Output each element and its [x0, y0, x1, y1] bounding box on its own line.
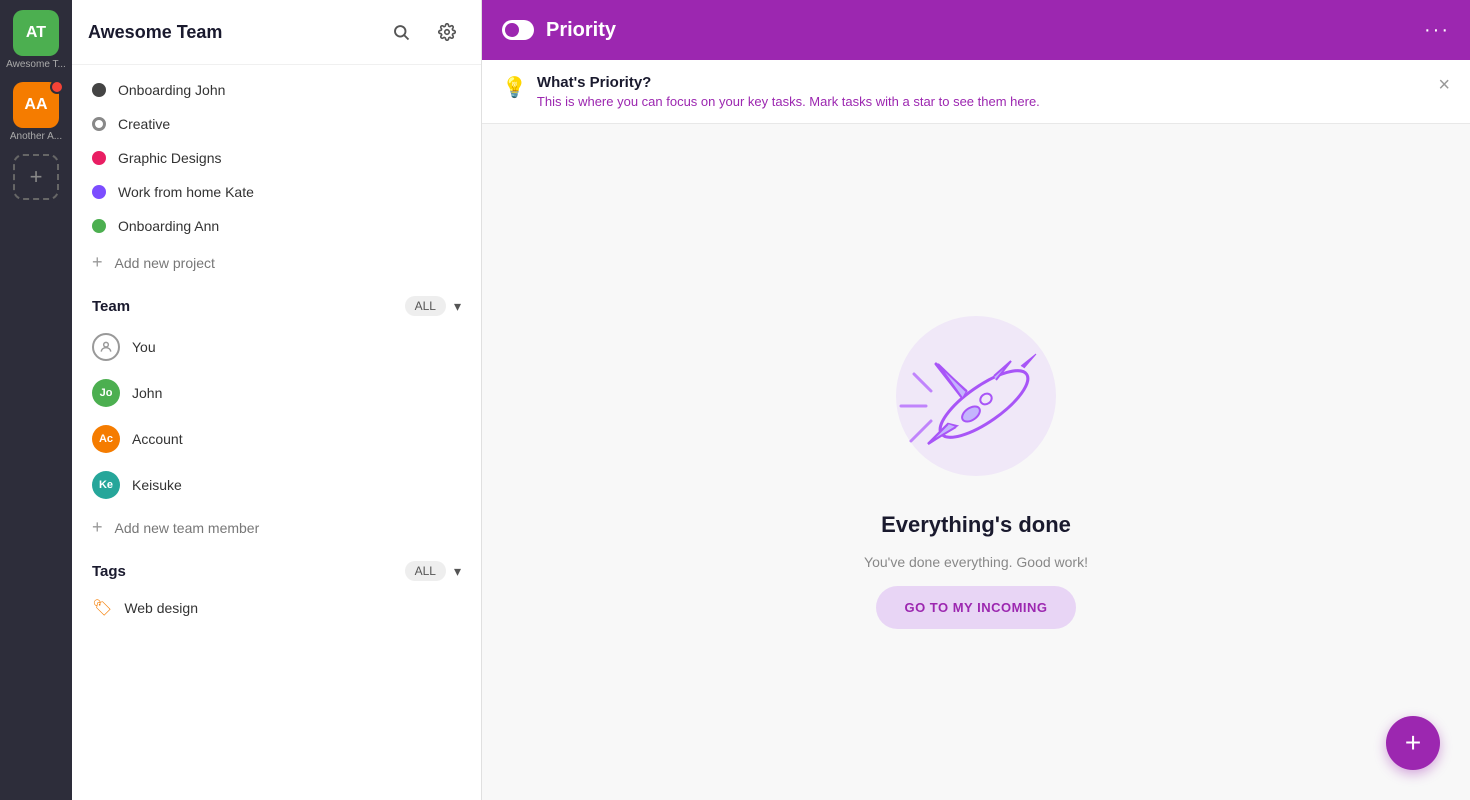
team-member-keisuke[interactable]: Ke Keisuke: [72, 462, 481, 508]
fab-button[interactable]: +: [1386, 716, 1440, 770]
team-member-you[interactable]: You: [72, 324, 481, 370]
project-label-onboarding-ann: Onboarding Ann: [118, 218, 219, 234]
main-content: Priority ··· 💡 What's Priority? This is …: [482, 0, 1470, 800]
team-section-controls: ALL ▾: [405, 296, 461, 316]
team-member-john-label: John: [132, 385, 162, 401]
plus-icon: +: [30, 164, 43, 190]
project-dot-graphic-designs: [92, 151, 106, 165]
add-project-label: Add new project: [115, 255, 215, 271]
info-banner-close-button[interactable]: ×: [1438, 74, 1450, 97]
add-team-member-button[interactable]: + Add new team member: [72, 508, 481, 547]
sidebar-item-creative[interactable]: Creative: [72, 107, 481, 141]
tags-section-title: Tags: [92, 563, 126, 580]
tags-section-chevron[interactable]: ▾: [454, 563, 461, 580]
airplane-illustration: [876, 296, 1076, 496]
project-label-onboarding-john: Onboarding John: [118, 82, 225, 98]
account-item-aa[interactable]: AA Another A...: [10, 82, 62, 142]
bulb-icon: 💡: [502, 75, 527, 100]
avatar-you: [92, 333, 120, 361]
tags-section-controls: ALL ▾: [405, 561, 461, 581]
sidebar-icon-group: [383, 14, 465, 50]
avatar-john: Jo: [92, 379, 120, 407]
project-label-creative: Creative: [118, 116, 170, 132]
project-dot-onboarding-john: [92, 83, 106, 97]
avatar-account: Ac: [92, 425, 120, 453]
search-button[interactable]: [383, 14, 419, 50]
sidebar-header: Awesome Team: [72, 0, 481, 65]
team-filter-all[interactable]: ALL: [405, 296, 446, 316]
avatar-at[interactable]: AT: [13, 10, 59, 56]
plus-icon: +: [92, 252, 103, 273]
team-section-chevron[interactable]: ▾: [454, 298, 461, 315]
team-member-keisuke-label: Keisuke: [132, 477, 182, 493]
tag-web-design[interactable]: 🏷 Web design: [72, 589, 481, 627]
info-description: This is where you can focus on your key …: [537, 94, 1040, 109]
search-icon: [392, 23, 410, 41]
sidebar-item-graphic-designs[interactable]: Graphic Designs: [72, 141, 481, 175]
airplane-svg: [876, 296, 1076, 496]
team-member-account-label: Account: [132, 431, 183, 447]
team-member-you-label: You: [132, 339, 156, 355]
account-label-at: Awesome T...: [6, 59, 66, 70]
account-rail: AT Awesome T... AA Another A... +: [0, 0, 72, 800]
add-project-button[interactable]: + Add new project: [72, 243, 481, 282]
fab-icon: +: [1405, 727, 1421, 759]
add-team-member-label: Add new team member: [115, 520, 260, 536]
tags-filter-all[interactable]: ALL: [405, 561, 446, 581]
project-dot-onboarding-ann: [92, 219, 106, 233]
account-label-aa: Another A...: [10, 131, 62, 142]
sidebar-title: Awesome Team: [88, 22, 222, 43]
info-banner: 💡 What's Priority? This is where you can…: [482, 60, 1470, 124]
info-title: What's Priority?: [537, 74, 1040, 91]
sidebar: Awesome Team Onboarding John: [72, 0, 482, 800]
priority-toggle[interactable]: [502, 20, 534, 40]
avatar-keisuke: Ke: [92, 471, 120, 499]
gear-icon: [438, 23, 456, 41]
topbar-title: Priority: [546, 19, 1412, 42]
more-options-button[interactable]: ···: [1424, 19, 1450, 42]
project-label-graphic-designs: Graphic Designs: [118, 150, 222, 166]
empty-state: Everything's done You've done everything…: [482, 124, 1470, 800]
add-account-button[interactable]: +: [13, 154, 59, 200]
sidebar-item-onboarding-john[interactable]: Onboarding John: [72, 73, 481, 107]
project-dot-work-from-home-kate: [92, 185, 106, 199]
tags-section-header: Tags ALL ▾: [72, 547, 481, 589]
avatar-aa[interactable]: AA: [13, 82, 59, 128]
plus-icon-team: +: [92, 517, 103, 538]
topbar: Priority ···: [482, 0, 1470, 60]
empty-state-description: You've done everything. Good work!: [864, 554, 1088, 570]
project-dot-creative: [92, 117, 106, 131]
empty-state-title: Everything's done: [881, 512, 1071, 538]
project-label-work-from-home-kate: Work from home Kate: [118, 184, 254, 200]
tag-web-design-label: Web design: [124, 600, 198, 616]
sidebar-content: Onboarding John Creative Graphic Designs…: [72, 65, 481, 800]
goto-incoming-button[interactable]: GO TO MY INCOMING: [876, 586, 1075, 629]
info-text: What's Priority? This is where you can f…: [537, 74, 1040, 109]
sidebar-item-onboarding-ann[interactable]: Onboarding Ann: [72, 209, 481, 243]
settings-button[interactable]: [429, 14, 465, 50]
account-item-at[interactable]: AT Awesome T...: [6, 10, 66, 70]
team-section-header: Team ALL ▾: [72, 282, 481, 324]
team-member-john[interactable]: Jo John: [72, 370, 481, 416]
team-member-account[interactable]: Ac Account: [72, 416, 481, 462]
sidebar-item-work-from-home-kate[interactable]: Work from home Kate: [72, 175, 481, 209]
team-section-title: Team: [92, 298, 130, 315]
tag-icon: 🏷: [92, 598, 112, 618]
info-banner-content: 💡 What's Priority? This is where you can…: [502, 74, 1040, 109]
